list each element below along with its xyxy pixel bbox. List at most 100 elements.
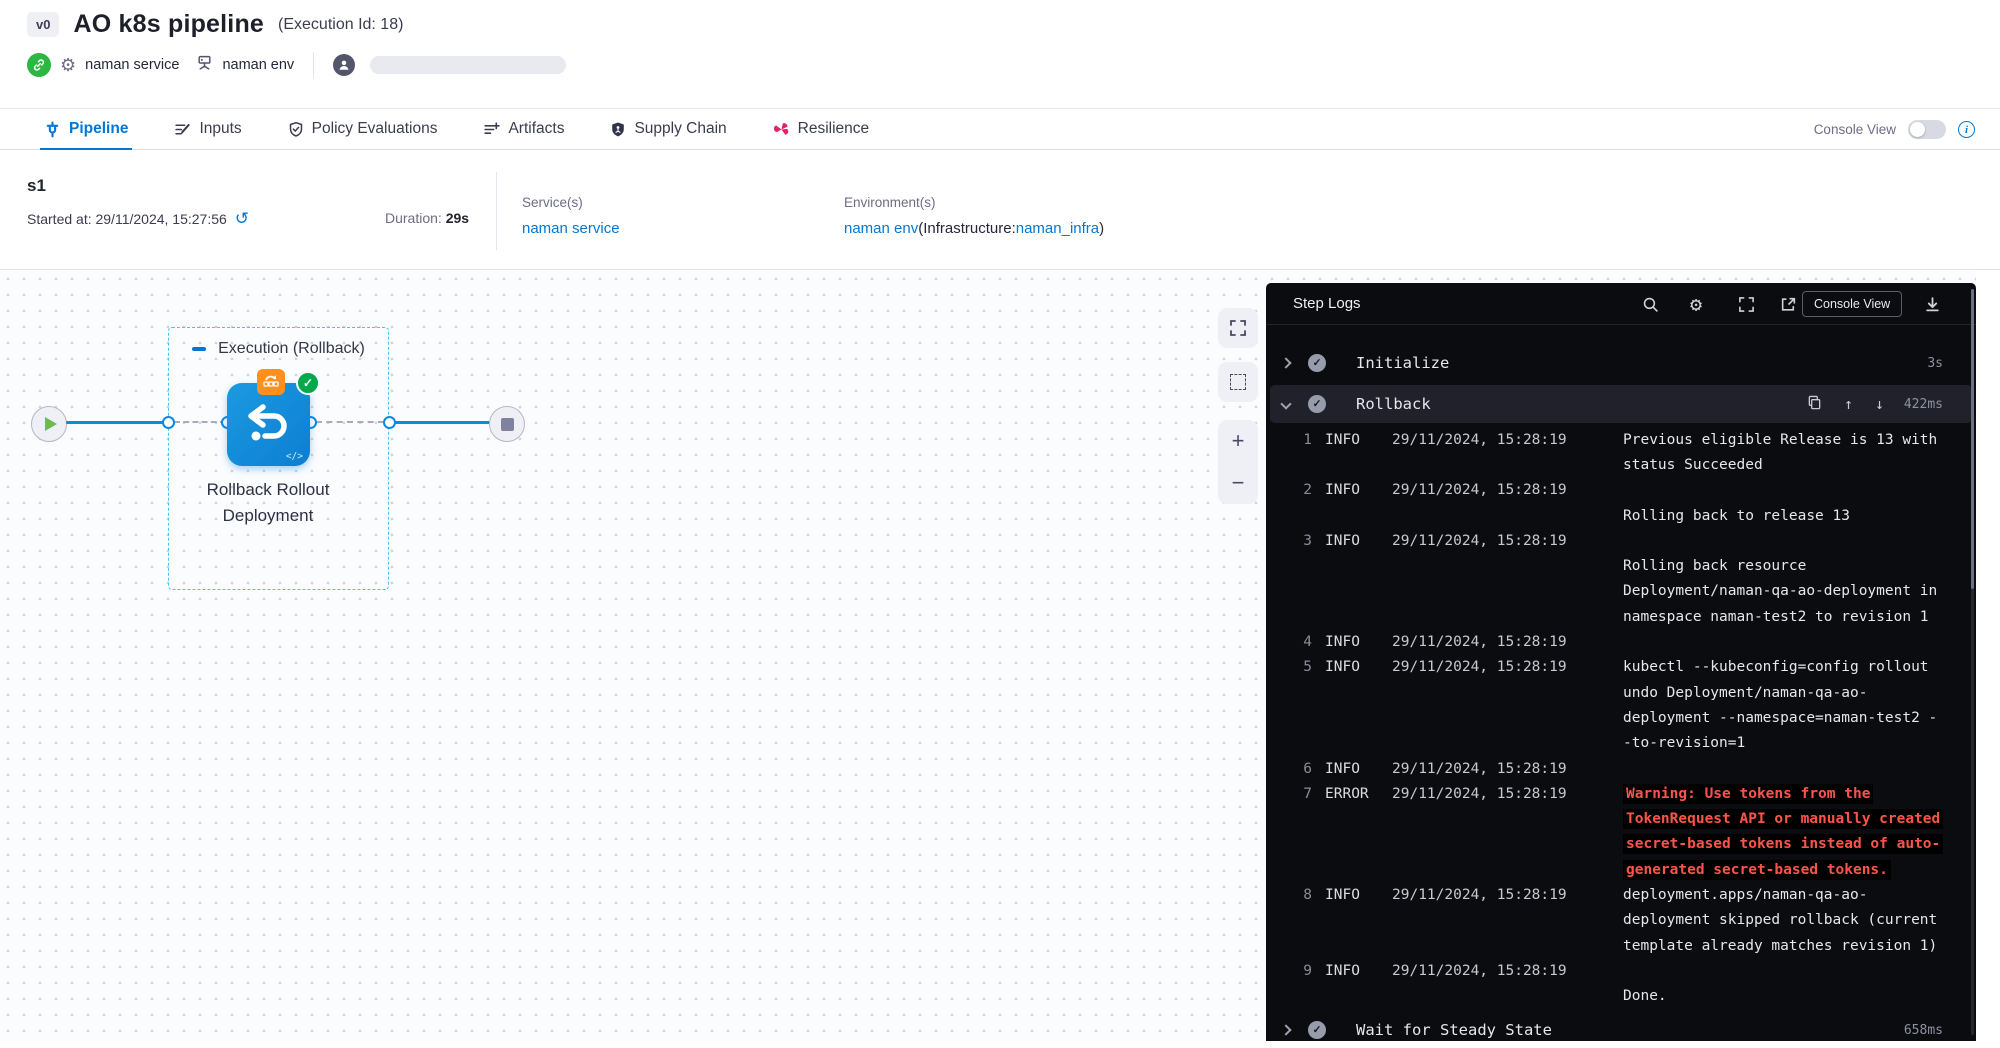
version-badge[interactable]: v0 xyxy=(27,12,59,37)
log-line: secret-based tokens instead of auto- xyxy=(1266,832,1970,857)
zoom-out-button[interactable]: − xyxy=(1218,462,1258,504)
stage-name[interactable]: s1 xyxy=(27,176,46,196)
group-title: Execution (Rollback) xyxy=(218,340,365,358)
console-view-button[interactable]: Console View xyxy=(1802,291,1902,317)
section-success-icon: ✓ xyxy=(1308,395,1326,413)
log-line: Deployment/naman-qa-ao-deployment in xyxy=(1266,579,1970,604)
inputs-icon xyxy=(174,121,191,138)
log-line: template already matches revision 1) xyxy=(1266,933,1970,958)
port-left-outer xyxy=(162,416,175,429)
section-success-icon: ✓ xyxy=(1308,354,1326,372)
environment-link[interactable]: naman env xyxy=(844,220,918,237)
download-logs-icon[interactable] xyxy=(1922,294,1942,314)
infrastructure-link[interactable]: naman_infra xyxy=(1016,220,1099,237)
duration: Duration: 29s xyxy=(385,210,469,226)
chevron-right-icon[interactable] xyxy=(1280,357,1291,368)
log-line: Rolling back resource xyxy=(1266,553,1970,578)
log-settings-gear-icon[interactable]: ⚙ xyxy=(1686,294,1706,314)
marquee-icon xyxy=(1230,374,1246,390)
started-at: Started at: 29/11/2024, 15:27:56 ↺ xyxy=(27,210,249,227)
section-name: Rollback xyxy=(1356,395,1431,413)
stage-divider xyxy=(496,172,497,250)
console-view-label: Console View xyxy=(1814,122,1896,137)
section-duration: 3s xyxy=(1927,356,1943,371)
stage-summary-bar: s1 Started at: 29/11/2024, 15:27:56 ↺ Du… xyxy=(0,150,2000,270)
right-margin xyxy=(1976,271,2000,1041)
section-name: Wait for Steady State xyxy=(1356,1021,1552,1039)
service-link[interactable]: naman service xyxy=(522,220,620,237)
started-at-text: Started at: 29/11/2024, 15:27:56 xyxy=(27,211,227,227)
info-icon[interactable]: i xyxy=(1958,121,1975,138)
environments-label: Environment(s) xyxy=(844,195,936,210)
fit-to-screen-button[interactable] xyxy=(1218,308,1258,348)
copy-logs-icon[interactable] xyxy=(1807,395,1822,414)
tab-artifacts[interactable]: Artifacts xyxy=(479,109,568,149)
step-label-line2: Deployment xyxy=(158,503,378,529)
log-line: 7ERROR29/11/2024, 15:28:19Warning: Use t… xyxy=(1266,781,1970,806)
log-section-wait-steady-state[interactable]: ✓ Wait for Steady State 658ms xyxy=(1270,1012,1972,1048)
edge-start-to-stage xyxy=(66,421,169,424)
log-line: 6INFO29/11/2024, 15:28:19 xyxy=(1266,756,1970,781)
step-success-icon: ✓ xyxy=(296,371,320,395)
tab-pipeline[interactable]: Pipeline xyxy=(40,109,132,149)
services-label: Service(s) xyxy=(522,195,583,210)
search-icon[interactable] xyxy=(1640,294,1660,314)
tab-bar: Pipeline Inputs Policy Evaluations Artif… xyxy=(0,109,2000,150)
chevron-right-icon[interactable] xyxy=(1280,1024,1291,1035)
log-line: 5INFO29/11/2024, 15:28:19kubectl --kubec… xyxy=(1266,655,1970,680)
log-line: TokenRequest API or manually created xyxy=(1266,806,1970,831)
edge-stage-to-end xyxy=(394,421,490,424)
tab-label: Pipeline xyxy=(69,120,128,138)
log-line: 9INFO29/11/2024, 15:28:19 xyxy=(1266,958,1970,983)
start-node xyxy=(31,406,67,442)
log-line: -to-revision=1 xyxy=(1266,731,1970,756)
cd-module-icon xyxy=(27,53,51,77)
code-glyph: </> xyxy=(286,451,303,462)
user-avatar-icon xyxy=(333,54,355,76)
infrastructure-prefix: (Infrastructure: xyxy=(918,220,1016,237)
supply-chain-shield-icon xyxy=(610,121,626,138)
tab-label: Inputs xyxy=(199,120,241,138)
collapse-group-icon[interactable] xyxy=(192,347,206,351)
log-scrollbar-thumb[interactable] xyxy=(1971,289,1974,589)
port-right-outer xyxy=(383,416,396,429)
scroll-down-icon[interactable]: ↓ xyxy=(1875,395,1884,413)
zoom-in-button[interactable]: + xyxy=(1218,420,1258,462)
tab-policy-evaluations[interactable]: Policy Evaluations xyxy=(284,109,442,149)
step-logs-title: Step Logs xyxy=(1293,295,1361,312)
environment-name[interactable]: naman env xyxy=(222,57,294,73)
step-label-line1: Rollback Rollout xyxy=(158,477,378,503)
marquee-select-button[interactable] xyxy=(1218,362,1258,402)
duration-label: Duration: xyxy=(385,210,446,226)
policy-shield-icon xyxy=(288,121,304,138)
page-title: AO k8s pipeline xyxy=(73,10,264,39)
log-line: namespace naman-test2 to revision 1 xyxy=(1266,604,1970,629)
log-line: Rolling back to release 13 xyxy=(1266,503,1970,528)
step-node-label[interactable]: Rollback Rollout Deployment xyxy=(158,477,378,529)
log-section-rollback[interactable]: ✓ Rollback ↑ ↓ 422ms xyxy=(1270,385,1972,423)
log-line: deployment --namespace=naman-test2 - xyxy=(1266,705,1970,730)
tab-label: Artifacts xyxy=(508,120,564,138)
chevron-down-icon[interactable] xyxy=(1280,398,1291,409)
scroll-up-icon[interactable]: ↑ xyxy=(1844,395,1853,413)
tab-inputs[interactable]: Inputs xyxy=(170,109,245,149)
resilience-icon xyxy=(773,121,790,138)
step-logs-header: Step Logs ⚙ Console View xyxy=(1266,283,1976,325)
console-view-toggle[interactable] xyxy=(1908,120,1946,139)
tab-resilience[interactable]: Resilience xyxy=(769,109,874,149)
open-in-new-icon[interactable] xyxy=(1778,294,1798,314)
tab-supply-chain[interactable]: Supply Chain xyxy=(606,109,730,149)
log-line: 1INFO29/11/2024, 15:28:19Previous eligib… xyxy=(1266,427,1970,452)
log-scrollbar[interactable] xyxy=(1971,289,1974,1035)
section-duration: 658ms xyxy=(1904,1023,1943,1038)
rollback-rollout-badge-icon xyxy=(257,369,285,395)
service-gear-icon: ⚙ xyxy=(60,56,76,74)
service-name[interactable]: naman service xyxy=(85,57,179,73)
log-section-initialize[interactable]: ✓ Initialize 3s xyxy=(1270,345,1972,381)
infrastructure-suffix: ) xyxy=(1099,220,1104,237)
history-icon[interactable]: ↺ xyxy=(235,210,249,227)
rollback-step-node[interactable]: ✓ </> xyxy=(227,383,310,466)
section-name: Initialize xyxy=(1356,354,1449,372)
expand-logs-icon[interactable] xyxy=(1736,294,1756,314)
log-lines[interactable]: 1INFO29/11/2024, 15:28:19Previous eligib… xyxy=(1266,427,1970,1009)
